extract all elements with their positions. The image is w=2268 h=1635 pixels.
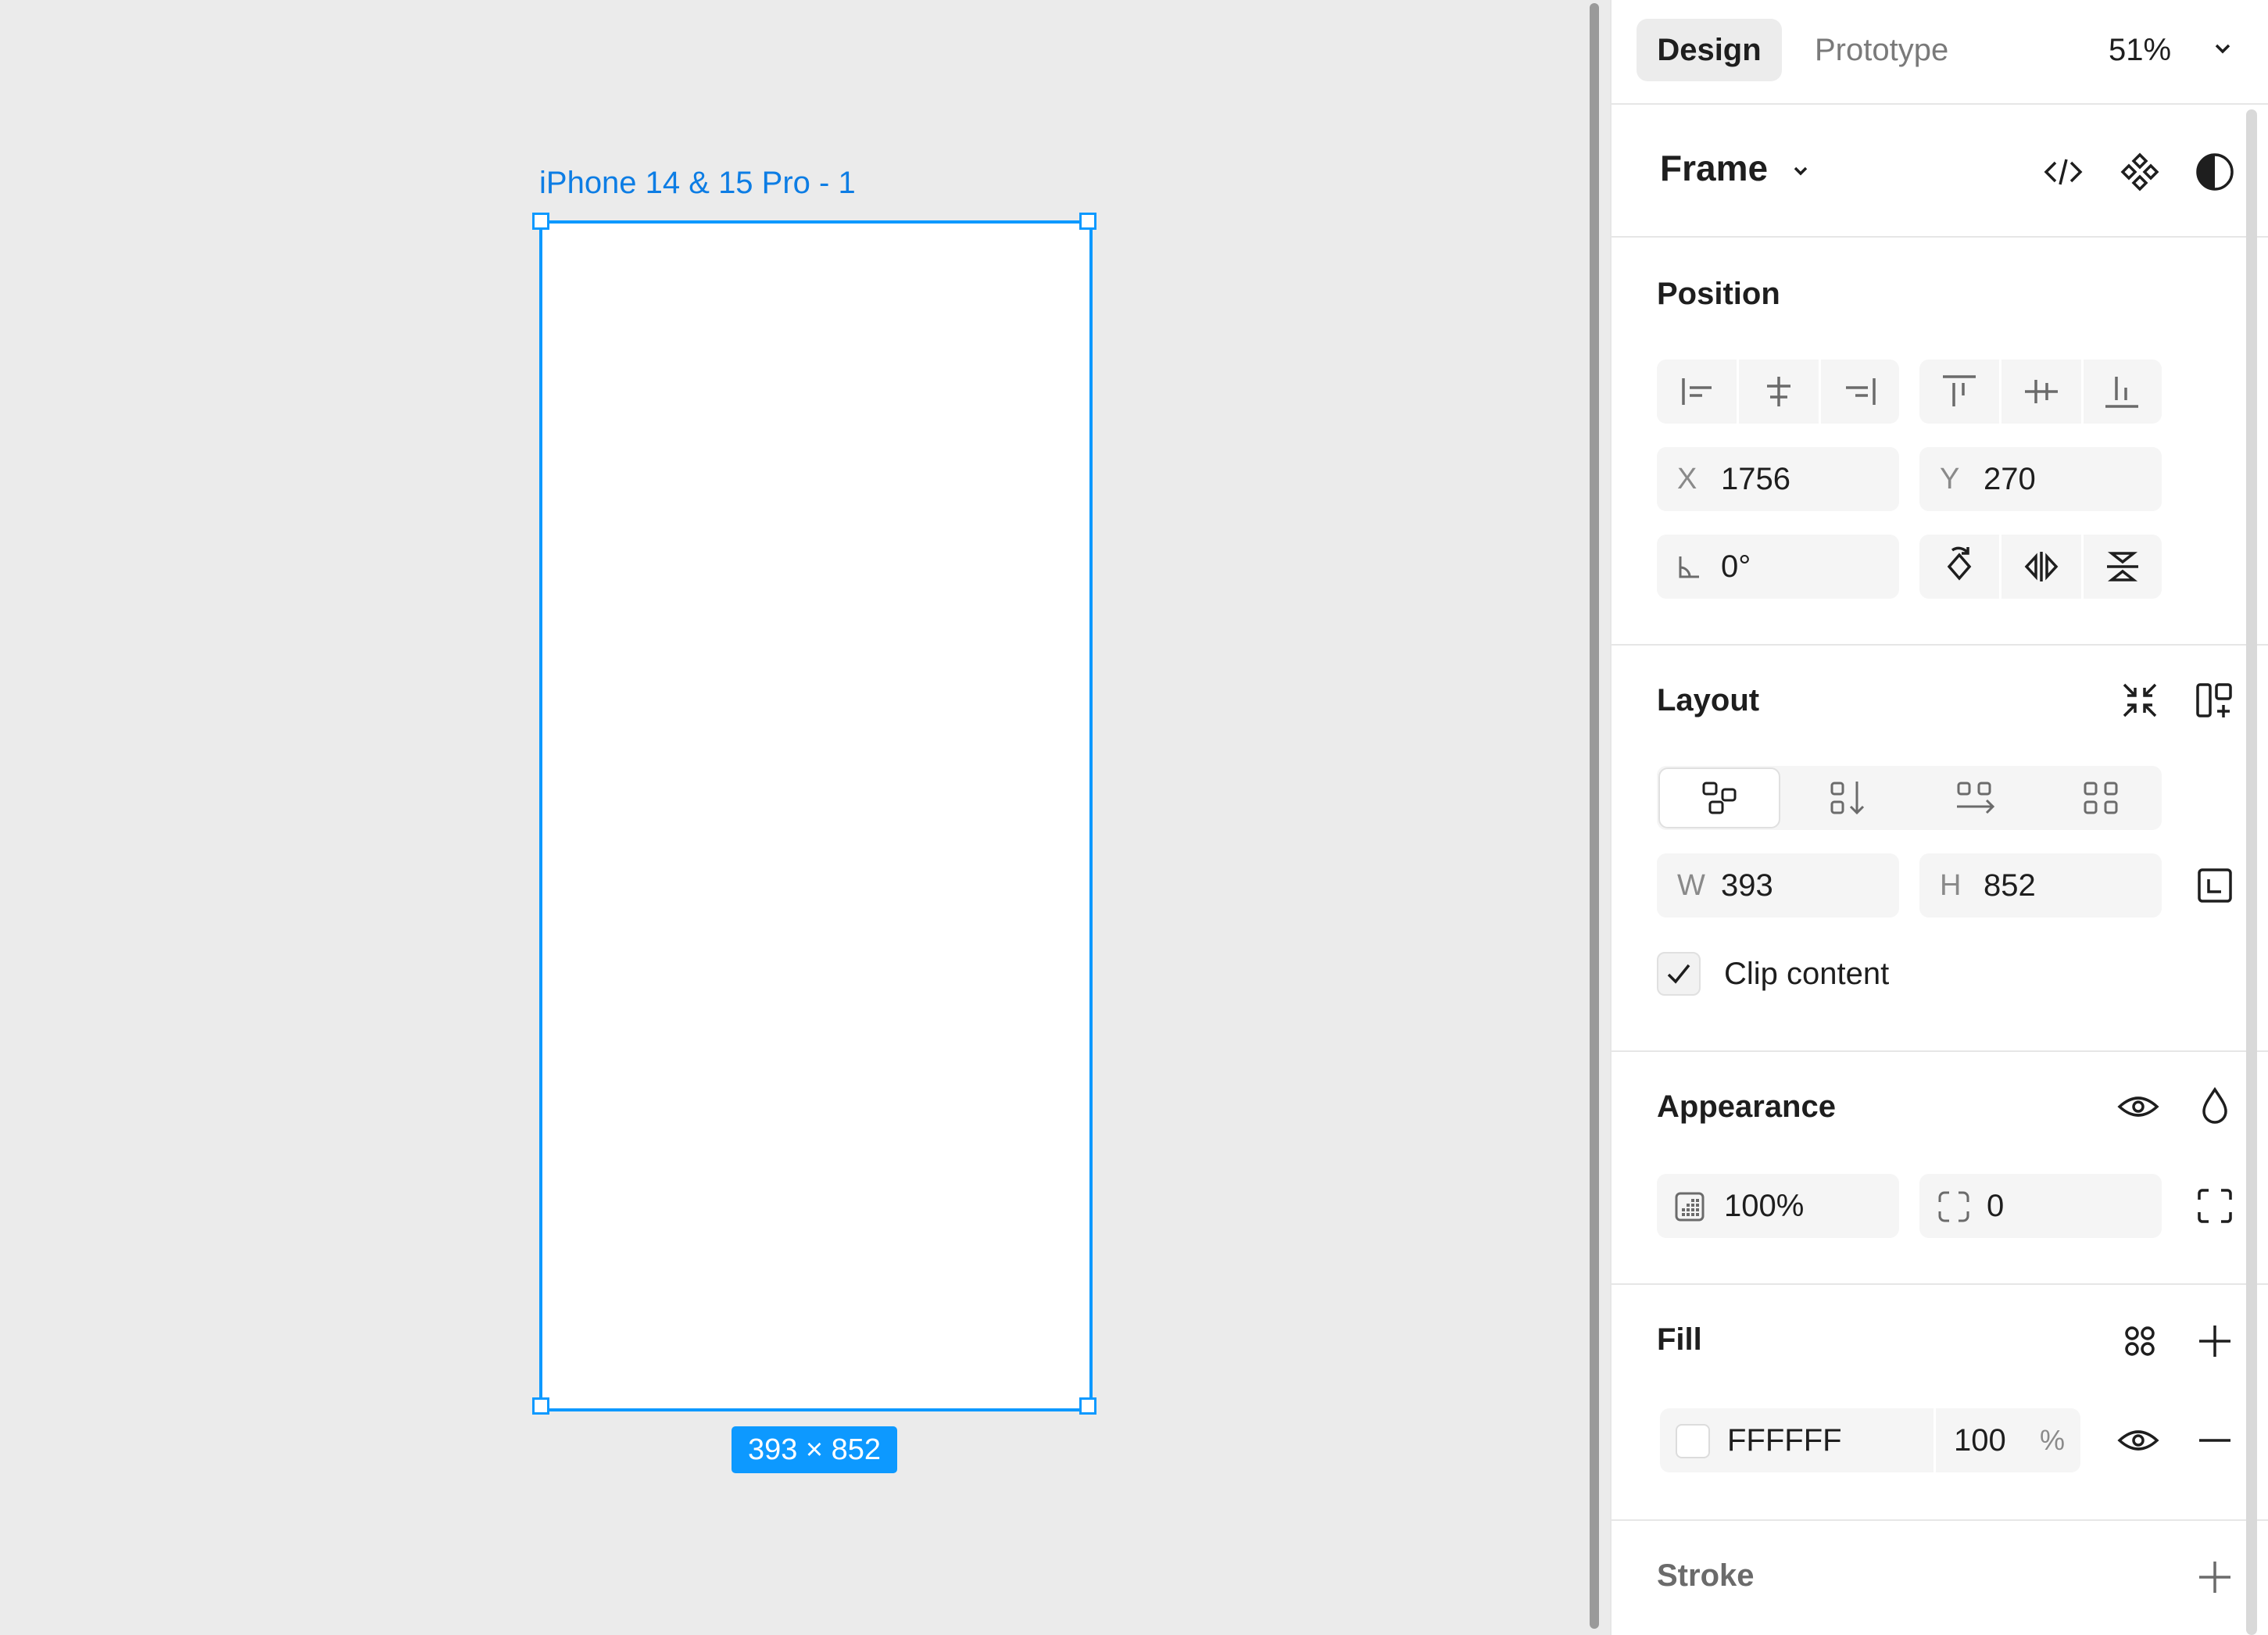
layout-section-title: Layout <box>1657 683 1760 717</box>
corner-radius-value[interactable]: 0 <box>1987 1174 2004 1238</box>
align-vertical-center-button[interactable] <box>2001 360 2081 424</box>
add-auto-layout-icon[interactable] <box>2193 678 2237 722</box>
corner-radius-icon <box>1937 1190 1971 1228</box>
h-label: H <box>1940 869 1962 902</box>
rotate-90-button[interactable] <box>1919 535 1999 599</box>
eye-icon[interactable] <box>2116 1085 2160 1129</box>
height-field[interactable]: H 852 <box>1919 853 2162 918</box>
zoom-level[interactable]: 51% <box>2109 19 2171 81</box>
divider <box>1612 1519 2268 1521</box>
align-top-button[interactable] <box>1919 360 1999 424</box>
align-right-button[interactable] <box>1821 360 1899 424</box>
divider <box>1612 1283 2268 1285</box>
h-value[interactable]: 852 <box>1984 853 2036 918</box>
rotation-value[interactable]: 0° <box>1721 535 1751 599</box>
dimensions-badge: 393 × 852 <box>732 1426 897 1473</box>
rotation-angle-icon <box>1676 553 1702 584</box>
component-icon[interactable] <box>2118 150 2162 194</box>
divider <box>1612 1050 2268 1052</box>
add-fill-icon[interactable] <box>2193 1319 2237 1363</box>
styles-grid-icon[interactable] <box>2118 1319 2162 1363</box>
y-value[interactable]: 270 <box>1984 447 2036 511</box>
fill-visibility-eye-icon[interactable] <box>2116 1419 2160 1462</box>
divider <box>1612 103 2268 105</box>
resize-handle-top-left[interactable] <box>532 213 549 230</box>
divider <box>1612 644 2268 646</box>
fill-row-divider <box>1934 1408 1936 1472</box>
divider <box>1612 236 2268 238</box>
flip-horizontal-button[interactable] <box>2001 535 2081 599</box>
align-left-button[interactable] <box>1657 360 1737 424</box>
layout-horizontal-button[interactable] <box>1915 766 2037 830</box>
resize-handle-bottom-right[interactable] <box>1079 1397 1096 1415</box>
tab-prototype[interactable]: Prototype <box>1815 19 2002 81</box>
tab-design[interactable]: Design <box>1637 19 1782 81</box>
panel-scrollbar[interactable] <box>2246 109 2257 1635</box>
x-value[interactable]: 1756 <box>1721 447 1790 511</box>
resize-handle-top-right[interactable] <box>1079 213 1096 230</box>
x-position-field[interactable]: X 1756 <box>1657 447 1899 511</box>
transform-group <box>1919 535 2162 599</box>
selected-frame[interactable] <box>539 220 1093 1411</box>
frame-name-label[interactable]: iPhone 14 & 15 Pro - 1 <box>539 166 856 201</box>
position-section-title: Position <box>1657 277 1780 311</box>
vertical-align-group <box>1919 360 2162 424</box>
fill-row[interactable]: FFFFFF 100 % <box>1660 1408 2080 1472</box>
align-bottom-button[interactable] <box>2084 360 2162 424</box>
frame-type-label[interactable]: Frame <box>1660 147 1768 189</box>
clip-content-label: Clip content <box>1724 957 1890 991</box>
y-label: Y <box>1940 463 1960 496</box>
canvas-scrollbar[interactable] <box>1588 0 1601 1635</box>
properties-panel: Design Prototype 51% Frame Position X 17… <box>1610 0 2268 1635</box>
fill-color-swatch[interactable] <box>1676 1424 1710 1458</box>
collapse-icon[interactable] <box>2118 678 2162 722</box>
layout-mode-group <box>1657 766 2162 830</box>
appearance-section-title: Appearance <box>1657 1089 1836 1124</box>
blend-drop-icon[interactable] <box>2193 1085 2237 1129</box>
rotation-field[interactable]: 0° <box>1657 535 1899 599</box>
align-horizontal-center-button[interactable] <box>1739 360 1819 424</box>
remove-fill-icon[interactable] <box>2193 1419 2237 1462</box>
x-label: X <box>1677 463 1697 496</box>
layout-grid-button[interactable] <box>2041 766 2162 830</box>
opacity-icon <box>1674 1191 1705 1226</box>
fill-hex-value[interactable]: FFFFFF <box>1727 1408 1842 1472</box>
flip-vertical-button[interactable] <box>2084 535 2162 599</box>
fill-opacity-value[interactable]: 100 <box>1954 1408 2006 1472</box>
add-stroke-icon[interactable] <box>2193 1555 2237 1599</box>
w-value[interactable]: 393 <box>1721 853 1773 918</box>
fill-section-title: Fill <box>1657 1322 1702 1357</box>
horizontal-align-group <box>1657 360 1899 424</box>
layout-vertical-button[interactable] <box>1787 766 1908 830</box>
w-label: W <box>1677 869 1705 902</box>
clip-content-checkbox[interactable] <box>1657 952 1701 996</box>
opacity-value[interactable]: 100% <box>1724 1174 1804 1238</box>
y-position-field[interactable]: Y 270 <box>1919 447 2162 511</box>
code-icon[interactable] <box>2041 150 2085 194</box>
corner-radius-field[interactable]: 0 <box>1919 1174 2162 1238</box>
canvas-scrollbar-thumb[interactable] <box>1590 3 1599 1629</box>
frame-type-chevron-icon[interactable] <box>1791 161 1810 184</box>
independent-corners-icon[interactable] <box>2193 1184 2237 1228</box>
opacity-field[interactable]: 100% <box>1657 1174 1899 1238</box>
canvas[interactable]: iPhone 14 & 15 Pro - 1 393 × 852 <box>0 0 1588 1635</box>
width-field[interactable]: W 393 <box>1657 853 1899 918</box>
chevron-down-icon[interactable] <box>2212 38 2234 63</box>
layout-freeform-button[interactable] <box>1658 767 1780 828</box>
resize-handle-bottom-left[interactable] <box>532 1397 549 1415</box>
stroke-section-title: Stroke <box>1657 1558 1755 1593</box>
checkmark-icon <box>1658 953 1699 994</box>
contrast-icon[interactable] <box>2193 150 2237 194</box>
fill-percent-sign: % <box>2040 1424 2066 1456</box>
resize-to-fit-icon[interactable] <box>2193 864 2237 907</box>
